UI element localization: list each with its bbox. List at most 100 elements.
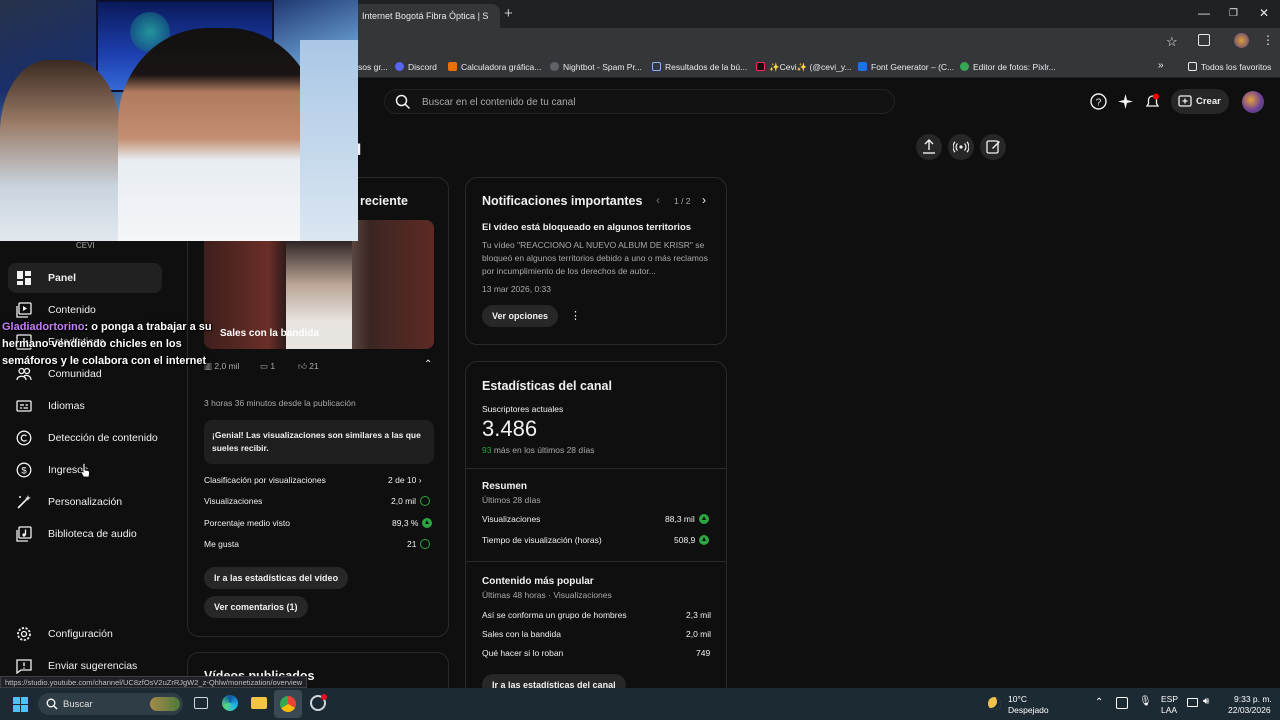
popular-item-label[interactable]: Así se conforma un grupo de hombres bbox=[482, 610, 627, 620]
bookmark-item[interactable]: Nightbot - Spam Pr... bbox=[550, 62, 642, 72]
next-chevron-icon[interactable]: › bbox=[702, 193, 706, 207]
tray-chevron-icon[interactable]: ⌃ bbox=[1095, 697, 1103, 708]
calculator-icon bbox=[448, 62, 457, 71]
check-circle-icon bbox=[420, 496, 431, 506]
windows-start-icon[interactable] bbox=[13, 697, 28, 712]
extensions-icon[interactable] bbox=[1198, 34, 1210, 46]
channel-name-label: CEVI bbox=[76, 241, 95, 250]
more-options-icon[interactable]: ⋮ bbox=[570, 309, 581, 322]
channel-avatar[interactable] bbox=[1242, 91, 1264, 113]
search-highlight-image bbox=[150, 697, 180, 711]
card-title: Estadísticas del canal bbox=[482, 379, 612, 393]
sidebar-item-customization[interactable]: Personalización bbox=[8, 487, 162, 517]
summary-period: Últimos 28 días bbox=[482, 495, 541, 505]
video-title: Sales con la bandida bbox=[220, 328, 319, 339]
popular-period: Últimas 48 horas · Visualizaciones bbox=[482, 590, 612, 600]
latest-video-card: reciente Sales con la bandida ▥ 2,0 mil … bbox=[187, 177, 449, 637]
channel-search-input[interactable]: Buscar en el contenido de tu canal bbox=[384, 89, 895, 114]
stat-value: 2,0 mil bbox=[391, 496, 431, 506]
trend-up-icon bbox=[422, 518, 433, 528]
sidebar-item-label: Detección de contenido bbox=[48, 432, 158, 444]
clock-time[interactable]: 9:33 p. m. bbox=[1234, 694, 1272, 704]
notification-heading: El vídeo está bloqueado en algunos terri… bbox=[482, 222, 692, 233]
popular-item-label[interactable]: Sales con la bandida bbox=[482, 629, 561, 639]
go-live-button[interactable] bbox=[948, 134, 974, 160]
task-view-icon[interactable] bbox=[194, 697, 208, 709]
search-placeholder: Buscar en el contenido de tu canal bbox=[422, 97, 576, 108]
bookmark-item[interactable]: Calculadora gráfica... bbox=[448, 62, 541, 72]
profile-avatar[interactable] bbox=[1234, 33, 1249, 48]
status-url: https://studio.youtube.com/channel/UC8zf… bbox=[0, 676, 308, 688]
popular-item-value: 2,0 mil bbox=[686, 629, 712, 639]
sidebar-item-content-detection[interactable]: Detección de contenido bbox=[8, 423, 162, 453]
prev-chevron-icon[interactable]: ‹ bbox=[656, 193, 660, 207]
view-options-button[interactable]: Ver opciones bbox=[482, 305, 559, 327]
magic-wand-icon bbox=[17, 495, 31, 509]
network-icon[interactable] bbox=[1187, 698, 1198, 707]
language-top[interactable]: ESP bbox=[1161, 694, 1178, 704]
notifications-bell-icon[interactable] bbox=[1144, 93, 1161, 110]
background-wall bbox=[300, 40, 358, 241]
stream-chat-message: Gladiadortorino: o ponga a trabajar a su… bbox=[2, 319, 212, 370]
rank-value[interactable]: 2 de 10 › bbox=[388, 475, 422, 485]
content-library-icon bbox=[16, 302, 32, 318]
create-post-button[interactable] bbox=[980, 134, 1006, 160]
bookmark-item[interactable]: sos gr... bbox=[358, 62, 388, 72]
sidebar-item-settings[interactable]: Configuración bbox=[8, 619, 162, 649]
help-icon[interactable]: ? bbox=[1090, 93, 1107, 110]
notification-dot bbox=[321, 694, 327, 700]
tray-app-icon[interactable] bbox=[1116, 697, 1128, 709]
chrome-icon bbox=[280, 696, 296, 712]
chat-username: Gladiadortorino bbox=[2, 321, 85, 333]
popular-item-label[interactable]: Qué hacer si lo roban bbox=[482, 648, 563, 658]
browser-tab[interactable]: Internet Bogotá Fibra Óptica | S bbox=[352, 4, 500, 28]
sidebar-item-audio-library[interactable]: Biblioteca de audio bbox=[8, 519, 162, 549]
collapse-chevron-icon[interactable]: ⌃ bbox=[424, 359, 432, 370]
volume-icon[interactable]: 🔊︎ bbox=[1203, 696, 1209, 707]
view-comments-button[interactable]: Ver comentarios (1) bbox=[204, 596, 308, 618]
search-icon bbox=[395, 94, 411, 110]
restore-icon[interactable]: ❐ bbox=[1229, 8, 1238, 19]
menu-kebab-icon[interactable]: ⋮ bbox=[1262, 33, 1274, 47]
weather-temp: 10°C bbox=[1008, 694, 1027, 704]
subscribers-count: 3.486 bbox=[482, 416, 538, 441]
bookmark-item[interactable]: Discord bbox=[395, 62, 437, 72]
live-broadcast-icon bbox=[953, 141, 969, 153]
hand-cursor-icon bbox=[80, 463, 90, 478]
tab-title: Internet Bogotá Fibra Óptica | S bbox=[362, 11, 489, 21]
file-explorer-icon[interactable] bbox=[251, 697, 267, 709]
more-bookmarks-icon[interactable]: » bbox=[1158, 60, 1164, 71]
minimize-icon[interactable]: — bbox=[1198, 6, 1210, 20]
sidebar-item-languages[interactable]: Idiomas bbox=[8, 391, 162, 421]
bookmark-item[interactable]: Font Generator – (C... bbox=[858, 62, 954, 72]
all-favorites-folder[interactable]: Todos los favoritos bbox=[1188, 62, 1271, 72]
close-window-icon[interactable]: ✕ bbox=[1259, 6, 1269, 20]
sidebar-item-panel[interactable]: Panel bbox=[8, 263, 162, 293]
upload-button[interactable] bbox=[916, 134, 942, 160]
popular-item-value: 2,3 mil bbox=[686, 610, 712, 620]
video-stats-button[interactable]: Ir a las estadísticas del vídeo bbox=[204, 567, 349, 589]
money-icon: $ bbox=[16, 462, 32, 478]
new-tab-button[interactable]: + bbox=[504, 5, 513, 22]
chrome-taskbar-button[interactable] bbox=[274, 690, 302, 718]
language-bottom: LAA bbox=[1161, 705, 1178, 715]
search-icon bbox=[46, 698, 58, 710]
bookmark-item[interactable]: ✨Cevi✨ (@cevi_y... bbox=[756, 62, 852, 73]
summary-value: 88,3 mil bbox=[665, 514, 709, 524]
star-icon[interactable]: ☆ bbox=[1166, 34, 1178, 50]
thumbs-up-icon: 👍︎ bbox=[298, 361, 307, 371]
notification-body: Tu vídeo "REACCIONO AL NUEVO ALBUM DE KR… bbox=[482, 240, 708, 276]
svg-text:?: ? bbox=[1096, 97, 1102, 108]
trend-up-icon bbox=[699, 535, 710, 545]
sparkle-icon[interactable] bbox=[1117, 93, 1134, 110]
taskbar-search[interactable]: Buscar bbox=[38, 693, 183, 715]
left-person bbox=[0, 60, 120, 241]
create-button[interactable]: Crear bbox=[1171, 89, 1229, 114]
microphone-icon[interactable]: 🎙︎ bbox=[1139, 696, 1152, 707]
channel-stats-card: Estadísticas del canal Suscriptores actu… bbox=[465, 361, 727, 701]
bookmark-item[interactable]: Editor de fotos: Pixlr... bbox=[960, 62, 1056, 72]
bookmark-item[interactable]: Resultados de la bú... bbox=[652, 62, 747, 72]
edge-icon[interactable] bbox=[222, 695, 238, 711]
feedback-icon bbox=[16, 659, 32, 674]
tiktok-icon bbox=[756, 62, 765, 71]
